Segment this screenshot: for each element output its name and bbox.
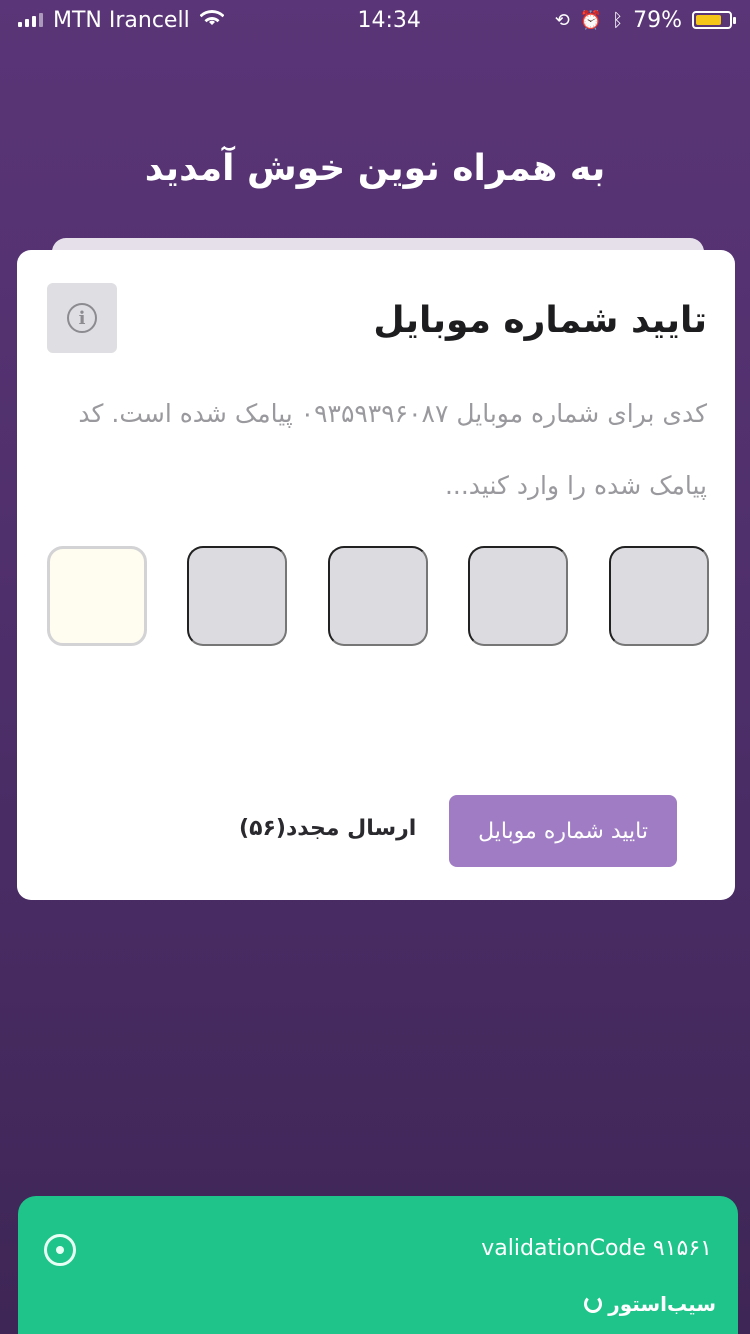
welcome-title: به همراه نوین خوش آمدید xyxy=(144,148,606,189)
watermark-text: سیب‌استور xyxy=(608,1292,716,1316)
code-digit-2[interactable] xyxy=(468,546,568,646)
card-description: کدی برای شماره موبایل ۰۹۳۵۹۳۹۶۰۸۷ پیامک … xyxy=(78,399,707,500)
battery-fill xyxy=(695,15,722,25)
toast-message: validationCode ۹۱۵۶۱ xyxy=(481,1236,712,1261)
resend-code-button[interactable]: ارسال مجدد(۵۶) xyxy=(239,816,416,841)
code-digit-3[interactable] xyxy=(328,546,428,646)
alarm-icon: ⏰ xyxy=(579,9,603,31)
toast-notification: validationCode ۹۱۵۶۱ سیب‌استور xyxy=(18,1196,738,1334)
battery-icon xyxy=(691,11,736,29)
status-left: MTN Irancell xyxy=(18,7,225,33)
card-title: تایید شماره موبایل xyxy=(373,300,707,341)
close-icon[interactable] xyxy=(44,1234,76,1266)
wifi-icon xyxy=(199,9,225,32)
confirm-mobile-button[interactable]: تایید شماره موبایل xyxy=(449,795,677,867)
watermark: سیب‌استور xyxy=(584,1292,716,1316)
rotation-lock-icon: ⟲ xyxy=(554,9,570,31)
code-input-row xyxy=(47,546,709,646)
code-digit-4[interactable] xyxy=(187,546,287,646)
watermark-logo-icon xyxy=(584,1295,603,1313)
battery-percent: 79% xyxy=(633,7,682,33)
code-digit-5[interactable] xyxy=(47,546,147,646)
status-right: ⟲ ⏰ ᛒ 79% xyxy=(554,7,736,33)
status-bar: MTN Irancell 14:34 ⟲ ⏰ ᛒ 79% xyxy=(0,0,750,40)
code-digit-1[interactable] xyxy=(609,546,709,646)
verification-card: i تایید شماره موبایل کدی برای شماره موبا… xyxy=(17,250,735,900)
bluetooth-icon: ᛒ xyxy=(612,9,624,31)
carrier-name: MTN Irancell xyxy=(53,7,190,33)
signal-icon xyxy=(18,13,43,27)
info-icon: i xyxy=(67,303,97,333)
info-button[interactable]: i xyxy=(47,283,117,353)
status-time: 14:34 xyxy=(357,7,421,33)
